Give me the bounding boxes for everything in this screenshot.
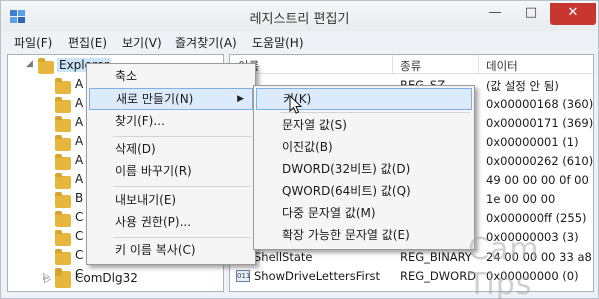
minimize-button[interactable]: —	[478, 3, 512, 25]
tree-item[interactable]: A	[75, 172, 83, 186]
menu-edit[interactable]: 편집(E)	[68, 34, 107, 51]
close-button[interactable]: ✕	[550, 3, 596, 25]
expand-caret-icon[interactable]: ▷	[43, 272, 50, 282]
folder-icon	[55, 116, 71, 132]
menu-separator	[113, 186, 251, 187]
mouse-cursor-icon	[289, 95, 303, 114]
collapse-caret-icon[interactable]: ◢	[26, 59, 33, 69]
tree-item[interactable]: C	[75, 210, 83, 224]
folder-icon	[55, 135, 71, 151]
column-type-header[interactable]: 종류	[400, 58, 421, 74]
tree-item[interactable]: C	[75, 248, 83, 262]
menu-new[interactable]: 새로 만들기(N) ▶	[89, 88, 253, 110]
folder-icon	[55, 211, 71, 227]
menu-find[interactable]: 찾기(F)...	[89, 111, 253, 133]
tree-item[interactable]: A	[75, 115, 83, 129]
menu-separator	[113, 136, 251, 137]
tree-item[interactable]: B	[75, 191, 83, 205]
row-type: REG_BINARY	[400, 250, 472, 264]
menu-help[interactable]: 도움말(H)	[252, 34, 304, 51]
menu-delete[interactable]: 삭제(D)	[89, 139, 253, 161]
maximize-button[interactable]: □	[514, 3, 548, 25]
row-name[interactable]: ShowDriveLettersFirst	[254, 269, 380, 283]
row-type: REG_DWORD	[400, 269, 477, 283]
folder-icon	[55, 230, 71, 246]
folder-icon	[55, 249, 71, 265]
column-data-header[interactable]: 데이터	[486, 58, 518, 74]
tree-item-comdlg32[interactable]: ComDlg32	[75, 271, 138, 285]
row-data: 49 00 00 00 0f 00	[486, 173, 589, 187]
menu-collapse[interactable]: 축소	[89, 66, 253, 88]
submenu-string-value[interactable]: 문자열 값(S)	[256, 115, 472, 137]
row-data: 0x00000262 (610)	[486, 154, 594, 168]
submenu-expandable-string-value[interactable]: 확장 가능한 문자열 값(E)	[256, 225, 472, 247]
folder-icon	[55, 173, 71, 189]
watermark: Cam Tips	[468, 232, 540, 299]
menu-export[interactable]: 내보내기(E)	[89, 190, 253, 212]
menu-file[interactable]: 파일(F)	[14, 34, 52, 51]
row-data: 0x00000001 (1)	[486, 135, 579, 149]
tree-item[interactable]: C	[75, 229, 83, 243]
menu-separator	[113, 237, 251, 238]
list-header: 이름 종류 데이터	[230, 55, 593, 74]
menu-permissions[interactable]: 사용 권한(P)...	[89, 212, 253, 234]
row-data: 0x00000168 (360)	[486, 97, 594, 111]
folder-icon	[55, 154, 71, 170]
new-submenu: 키(K) 문자열 값(S) 이진값(B) DWORD(32비트) 값(D) QW…	[253, 85, 475, 250]
folder-icon	[55, 97, 71, 113]
folder-icon	[38, 58, 54, 74]
dword-value-icon: 011	[236, 270, 251, 282]
tree-item[interactable]: A	[75, 96, 83, 110]
context-menu: 축소 새로 만들기(N) ▶ 찾기(F)... 삭제(D) 이름 바꾸기(R) …	[86, 63, 256, 265]
menu-favorites[interactable]: 즐겨찾기(A)	[175, 34, 237, 51]
menu-view[interactable]: 보기(V)	[122, 34, 162, 51]
tree-item[interactable]: A	[75, 153, 83, 167]
submenu-binary-value[interactable]: 이진값(B)	[256, 137, 472, 159]
menu-rename[interactable]: 이름 바꾸기(R)	[89, 161, 253, 183]
title-bar: 레지스트리 편집기 — □ ✕	[1, 1, 598, 31]
row-data: 0x000000ff (255)	[486, 211, 587, 225]
submenu-multi-string-value[interactable]: 다중 문자열 값(M)	[256, 203, 472, 225]
submenu-arrow-icon: ▶	[237, 94, 244, 104]
folder-icon	[55, 192, 71, 208]
folder-icon	[55, 272, 71, 288]
tree-item[interactable]: A	[75, 134, 83, 148]
row-data: 0x00000171 (369)	[486, 116, 594, 130]
menu-new-label: 새로 만들기(N)	[116, 92, 194, 106]
folder-icon	[55, 78, 71, 94]
tree-item[interactable]: A	[75, 77, 83, 91]
menu-separator	[280, 112, 470, 113]
menu-copy-key-name[interactable]: 키 이름 복사(C)	[89, 240, 253, 262]
row-name[interactable]: ShellState	[254, 250, 313, 264]
submenu-qword-value[interactable]: QWORD(64비트) 값(Q)	[256, 181, 472, 203]
menu-bar: 파일(F) 편집(E) 보기(V) 즐겨찾기(A) 도움말(H)	[1, 31, 598, 53]
row-data: (값 설정 안 됨)	[486, 79, 559, 93]
row-data: 1e 00 00 00	[486, 192, 556, 206]
submenu-dword-value[interactable]: DWORD(32비트) 값(D)	[256, 159, 472, 181]
